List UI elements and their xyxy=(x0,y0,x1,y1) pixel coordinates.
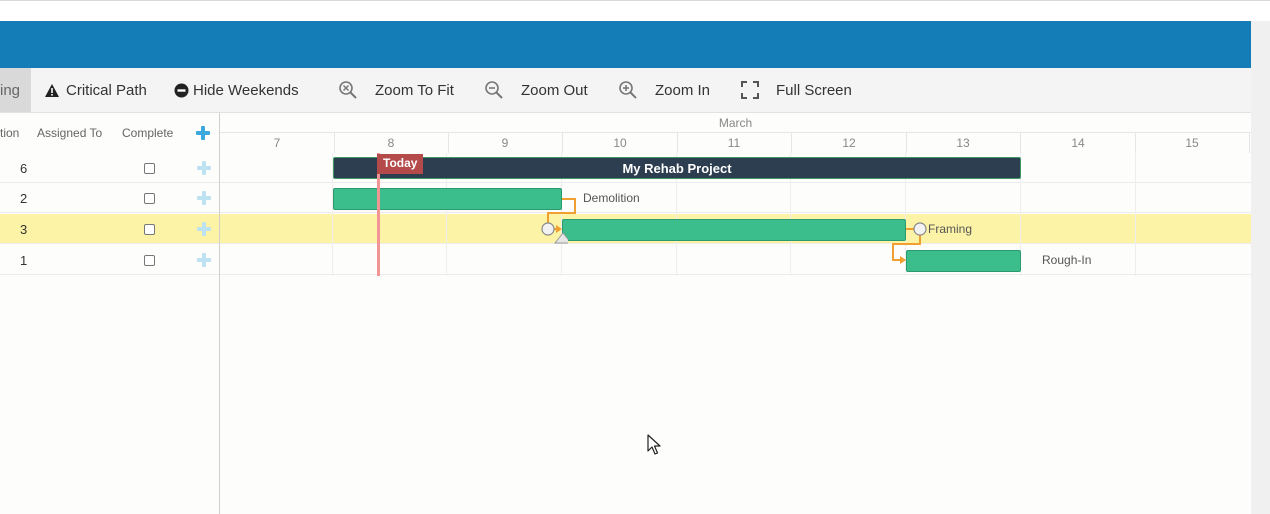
warning-triangle-icon xyxy=(44,83,60,98)
project-summary-label: My Rehab Project xyxy=(622,160,732,176)
rough-in-label: Rough-In xyxy=(1042,253,1092,267)
zoom-out-label: Zoom Out xyxy=(521,81,588,99)
demolition-task-bar[interactable] xyxy=(333,188,562,210)
zoom-out-icon xyxy=(484,80,504,100)
rough-in-task-bar[interactable] xyxy=(906,250,1021,272)
zoom-fit-icon xyxy=(338,80,358,100)
critical-path-label: Critical Path xyxy=(66,81,147,99)
zoom-in-label: Zoom In xyxy=(655,81,711,99)
critical-path-button[interactable]: Critical Path xyxy=(44,68,147,112)
minus-circle-icon xyxy=(174,83,189,98)
zoom-to-fit-label: Zoom To Fit xyxy=(375,81,454,99)
zoom-to-fit-button[interactable]: Zoom To Fit xyxy=(338,68,454,112)
hide-weekends-label: Hide Weekends xyxy=(193,81,299,99)
link-start-handle-icon[interactable] xyxy=(538,219,568,245)
gantt-toolbar: ing Critical Path Hide Weekends Zoom To … xyxy=(0,68,1251,113)
fullscreen-icon xyxy=(741,81,759,99)
today-marker-label: Today xyxy=(377,154,424,174)
scheduling-label: ing xyxy=(0,81,21,99)
zoom-out-button[interactable]: Zoom Out xyxy=(484,68,588,112)
scheduling-button[interactable]: ing xyxy=(0,68,32,112)
demolition-label: Demolition xyxy=(583,191,640,205)
app-header-bar xyxy=(0,21,1251,68)
zoom-in-button[interactable]: Zoom In xyxy=(618,68,710,112)
full-screen-label: Full Screen xyxy=(776,81,852,99)
window-top-strip xyxy=(0,0,1270,21)
dependency-links xyxy=(547,198,921,264)
framing-task-bar[interactable] xyxy=(562,219,906,241)
project-summary-bar[interactable]: My Rehab Project xyxy=(333,157,1021,179)
link-end-handle-icon[interactable] xyxy=(910,219,930,239)
full-screen-button[interactable]: Full Screen xyxy=(741,68,852,112)
vertical-scrollbar[interactable] xyxy=(1251,21,1270,514)
hide-weekends-button[interactable]: Hide Weekends xyxy=(174,68,299,112)
zoom-in-icon xyxy=(618,80,638,100)
framing-label: Framing xyxy=(928,222,973,236)
gantt-body: tion Assigned To Complete 6 2 3 1 March … xyxy=(0,113,1251,514)
mouse-cursor-icon xyxy=(647,434,661,455)
